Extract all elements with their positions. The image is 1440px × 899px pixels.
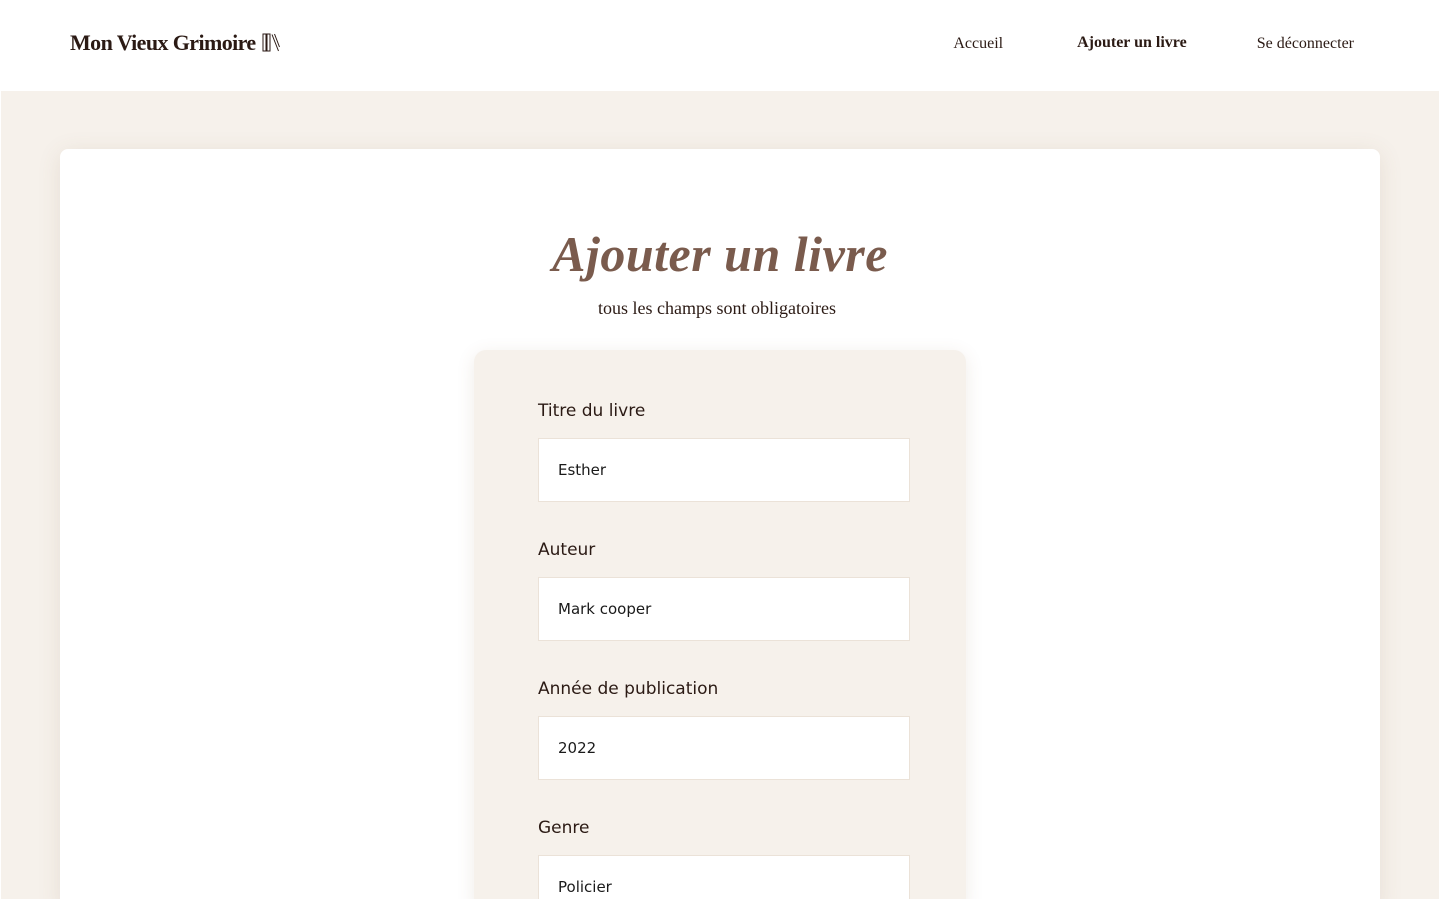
title-label: Titre du livre <box>538 401 646 421</box>
nav-link-logout[interactable]: Se déconnecter <box>1257 35 1354 53</box>
author-label: Auteur <box>538 540 596 560</box>
page-title: Ajouter un livre <box>552 226 888 282</box>
site-header: Mon Vieux Grimoire Accueil Ajouter un li… <box>0 0 1440 91</box>
main-nav: Accueil Ajouter un livre Se déconnecter <box>953 34 1354 53</box>
logo-text: Mon Vieux Grimoire <box>70 30 256 55</box>
year-input[interactable] <box>538 716 910 780</box>
author-input[interactable] <box>538 577 910 641</box>
site-logo[interactable]: Mon Vieux Grimoire <box>70 30 280 56</box>
page-subtitle: tous les champs sont obligatoires <box>598 298 836 318</box>
genre-input[interactable] <box>538 855 910 899</box>
nav-link-home[interactable]: Accueil <box>953 35 1003 53</box>
nav-link-add-book[interactable]: Ajouter un livre <box>1077 34 1187 53</box>
genre-label: Genre <box>538 818 590 838</box>
year-label: Année de publication <box>538 679 719 699</box>
books-icon <box>262 32 280 52</box>
title-input[interactable] <box>538 438 910 502</box>
